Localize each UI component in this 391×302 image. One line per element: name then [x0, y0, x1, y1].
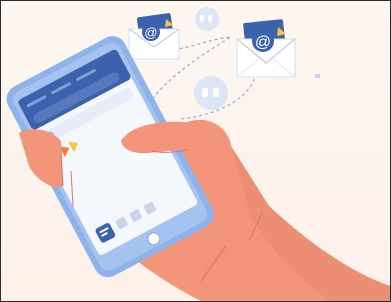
email-at-symbol: @	[144, 25, 157, 40]
illustration-frame: @ @	[0, 0, 391, 302]
decorative-dot	[315, 74, 320, 78]
email-at-symbol: @	[255, 34, 271, 51]
fingers	[19, 129, 63, 188]
email-envelope-icon: @	[128, 13, 180, 60]
mobile-email-illustration: @ @	[6, 7, 390, 301]
quote-bubble-icon	[194, 76, 228, 110]
quote-bubble-icon	[195, 7, 219, 31]
email-envelope-icon: @	[236, 19, 296, 78]
